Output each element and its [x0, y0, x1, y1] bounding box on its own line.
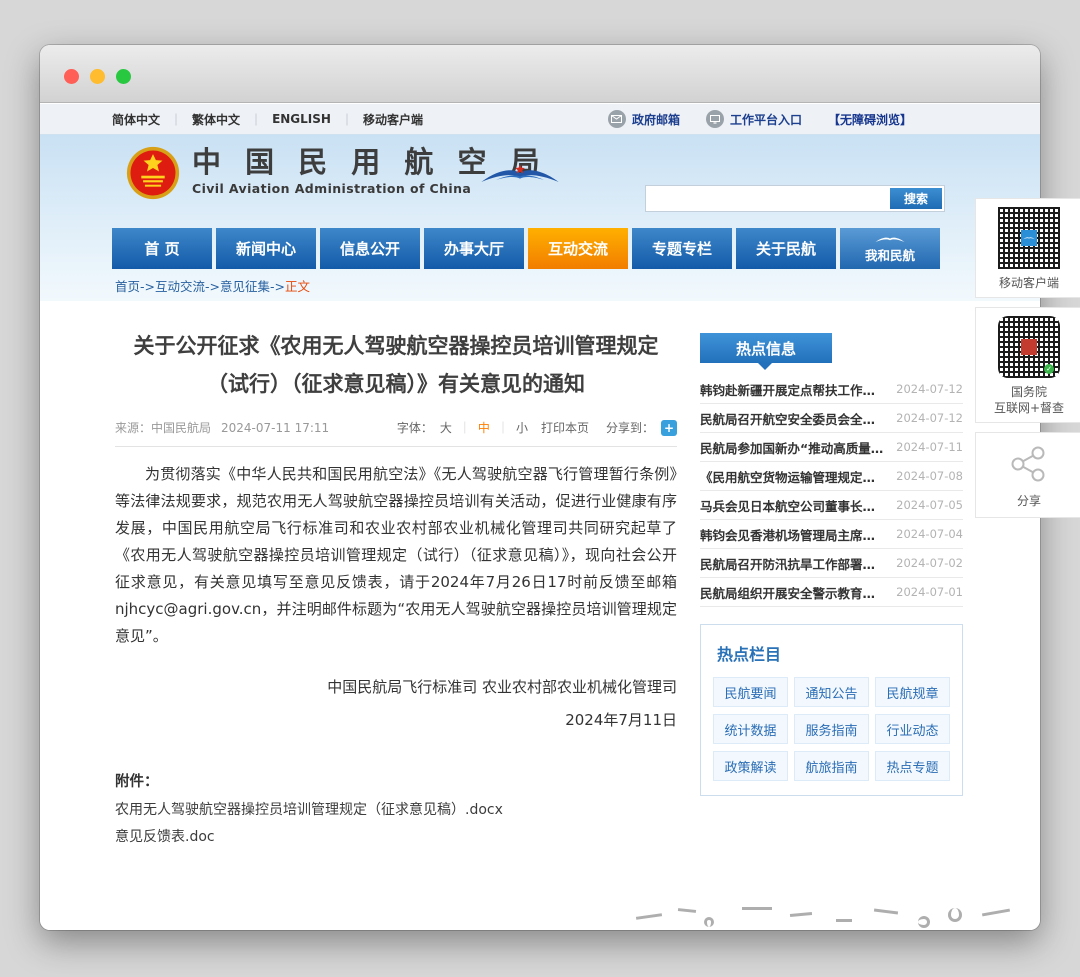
- gov-supervision-qr-widget[interactable]: ✓ 国务院 互联网+督查: [975, 307, 1080, 423]
- mobile-app-qr-widget[interactable]: 移动客户端: [975, 198, 1080, 298]
- column-link-industry[interactable]: 行业动态: [875, 714, 950, 744]
- article-title: 关于公开征求《农用无人驾驶航空器操控员培训管理规定 （试行）（征求意见稿）》有关…: [115, 327, 677, 403]
- meta-divider: [115, 446, 677, 447]
- lang-traditional-link[interactable]: 繁体中文: [192, 111, 240, 128]
- hot-news-list: 韩钧赴新疆开展定点帮扶工作调研... 2024-07-12 民航局召开航空安全委…: [700, 375, 963, 607]
- share-widget[interactable]: 分享: [975, 432, 1080, 518]
- breadcrumb-current: 正文: [285, 279, 310, 294]
- nav-about-caac[interactable]: 关于民航: [736, 228, 836, 269]
- attachment-link-doc[interactable]: 意见反馈表.doc: [115, 826, 677, 846]
- utility-bar: 简体中文 ｜ 繁体中文 ｜ ENGLISH ｜ 移动客户端 政府邮箱: [40, 104, 1040, 135]
- minimize-window-button[interactable]: [90, 69, 105, 84]
- column-link-hot-topics[interactable]: 热点专题: [875, 751, 950, 781]
- mail-icon: [608, 110, 626, 128]
- site-search: 搜索: [645, 185, 945, 212]
- floating-sidebar: 移动客户端 ✓ 国务院 互联网+督查 分享: [975, 198, 1080, 518]
- monitor-icon: [706, 110, 724, 128]
- separator: ｜: [341, 111, 353, 128]
- screenshot-stage: 简体中文 ｜ 繁体中文 ｜ ENGLISH ｜ 移动客户端 政府邮箱: [0, 0, 1080, 977]
- caac-wings-icon: [480, 161, 560, 187]
- qr-code-mobile: [998, 207, 1060, 269]
- browser-window: 简体中文 ｜ 繁体中文 ｜ ENGLISH ｜ 移动客户端 政府邮箱: [40, 45, 1040, 930]
- close-window-button[interactable]: [64, 69, 79, 84]
- page-content: 关于公开征求《农用无人驾驶航空器操控员培训管理规定 （试行）（征求意见稿）》有关…: [40, 301, 1040, 930]
- column-link-caac-news[interactable]: 民航要闻: [713, 677, 788, 707]
- news-item[interactable]: 马兵会见日本航空公司董事长赤坂... 2024-07-05: [700, 491, 963, 520]
- window-controls: [64, 69, 131, 84]
- gov-mini-logo: [1021, 339, 1037, 355]
- article-body: 为贯彻落实《中华人民共和国民用航空法》《无人驾驶航空器飞行管理暂行条例》等法律法…: [115, 461, 677, 650]
- nav-home[interactable]: 首 页: [112, 228, 212, 269]
- search-button[interactable]: 搜索: [890, 188, 942, 209]
- wings-icon: [875, 234, 905, 244]
- qr-mobile-label: 移动客户端: [980, 275, 1078, 291]
- column-link-statistics[interactable]: 统计数据: [713, 714, 788, 744]
- column-link-travel-guide[interactable]: 航旅指南: [794, 751, 869, 781]
- qr-gov-label-line2: 互联网+督查: [980, 400, 1078, 416]
- national-emblem-logo: [126, 146, 180, 200]
- column-link-service-guide[interactable]: 服务指南: [794, 714, 869, 744]
- news-item[interactable]: 韩钧会见香港机场管理局主席林天福 2024-07-04: [700, 520, 963, 549]
- hot-columns-panel: 热点栏目 民航要闻 通知公告 民航规章 统计数据 服务指南 行业动态 政策解读 …: [700, 624, 963, 796]
- article-sign-date: 2024年7月11日: [115, 709, 677, 730]
- article-title-line1: 关于公开征求《农用无人驾驶航空器操控员培训管理规定: [115, 327, 677, 365]
- header-band: 中 国 民 用 航 空 局 Civil Aviation Administrat…: [40, 135, 1040, 301]
- article-datetime: 2024-07-11 17:11: [221, 421, 329, 435]
- font-small-button[interactable]: 小: [516, 419, 528, 436]
- lang-english-link[interactable]: ENGLISH: [272, 112, 331, 126]
- nav-news-center[interactable]: 新闻中心: [216, 228, 316, 269]
- nav-me-and-caac[interactable]: 我和民航: [840, 228, 940, 269]
- hot-news-tab[interactable]: 热点信息: [700, 333, 832, 363]
- share-icon: [1009, 445, 1049, 483]
- qr-gov-label-line1: 国务院: [980, 384, 1078, 400]
- font-medium-button[interactable]: 中: [478, 419, 490, 436]
- clipped-watermark-artifact: [630, 901, 1040, 934]
- check-icon: ✓: [1044, 364, 1054, 374]
- share-to-label: 分享到：: [606, 419, 654, 436]
- separator: ｜: [170, 111, 182, 128]
- separator: ｜: [250, 111, 262, 128]
- nav-interaction-active[interactable]: 互动交流: [528, 228, 628, 269]
- article-title-line2: （试行）（征求意见稿）》有关意见的通知: [115, 365, 677, 403]
- language-links: 简体中文 ｜ 繁体中文 ｜ ENGLISH ｜ 移动客户端: [112, 111, 423, 128]
- print-page-button[interactable]: 打印本页: [541, 419, 589, 436]
- column-link-notices[interactable]: 通知公告: [794, 677, 869, 707]
- news-item[interactable]: 民航局召开航空安全委员会全体（... 2024-07-12: [700, 404, 963, 433]
- column-link-policy[interactable]: 政策解读: [713, 751, 788, 781]
- attachment-link-docx[interactable]: 农用无人驾驶航空器操控员培训管理规定（征求意见稿）.docx: [115, 799, 677, 819]
- article-signature: 中国民航局飞行标准司 农业农村部农业机械化管理司: [115, 674, 677, 701]
- search-input[interactable]: [650, 188, 886, 209]
- accessibility-link[interactable]: 【无障碍浏览】: [828, 111, 912, 128]
- article-source: 来源：中国民航局: [115, 419, 211, 436]
- mobile-client-link[interactable]: 移动客户端: [363, 111, 423, 128]
- font-large-button[interactable]: 大: [440, 419, 452, 436]
- gov-mailbox-link[interactable]: 政府邮箱: [608, 110, 680, 128]
- nav-info-disclosure[interactable]: 信息公开: [320, 228, 420, 269]
- lang-simplified-link[interactable]: 简体中文: [112, 111, 160, 128]
- attachments-label: 附件：: [115, 770, 677, 791]
- news-item[interactable]: 韩钧赴新疆开展定点帮扶工作调研... 2024-07-12: [700, 375, 963, 404]
- font-size-label: 字体：: [397, 419, 433, 436]
- news-item[interactable]: 民航局组织开展安全警示教育宣讲... 2024-07-01: [700, 578, 963, 607]
- news-item[interactable]: 民航局参加国新办“推动高质量发展... 2024-07-11: [700, 433, 963, 462]
- window-titlebar: [40, 45, 1040, 103]
- right-column: 热点信息 韩钧赴新疆开展定点帮扶工作调研... 2024-07-12 民航局召开…: [700, 301, 963, 796]
- caac-app-icon: [1021, 230, 1037, 246]
- news-item[interactable]: 《民用航空货物运输管理规定》发布 2024-07-08: [700, 462, 963, 491]
- column-link-regulations[interactable]: 民航规章: [875, 677, 950, 707]
- breadcrumb: 首页->互动交流->意见征集->正文: [115, 276, 310, 295]
- news-item[interactable]: 民航局召开防汛抗旱工作部署会议 2024-07-02: [700, 549, 963, 578]
- article-meta: 来源：中国民航局 2024-07-11 17:11 字体： 大 ｜ 中 ｜ 小 …: [115, 419, 677, 436]
- share-plus-icon[interactable]: +: [661, 420, 677, 436]
- article: 关于公开征求《农用无人驾驶航空器操控员培训管理规定 （试行）（征求意见稿）》有关…: [115, 301, 677, 846]
- breadcrumb-path[interactable]: 首页->互动交流->意见征集->: [115, 279, 285, 294]
- work-platform-link[interactable]: 工作平台入口: [706, 110, 802, 128]
- nav-service-hall[interactable]: 办事大厅: [424, 228, 524, 269]
- qr-code-gov: ✓: [998, 316, 1060, 378]
- nav-special-topics[interactable]: 专题专栏: [632, 228, 732, 269]
- share-widget-label: 分享: [980, 493, 1078, 509]
- zoom-window-button[interactable]: [116, 69, 131, 84]
- hot-columns-title: 热点栏目: [717, 641, 950, 665]
- main-nav: 首 页 新闻中心 信息公开 办事大厅 互动交流 专题专栏 关于民航 我和民航: [112, 228, 940, 269]
